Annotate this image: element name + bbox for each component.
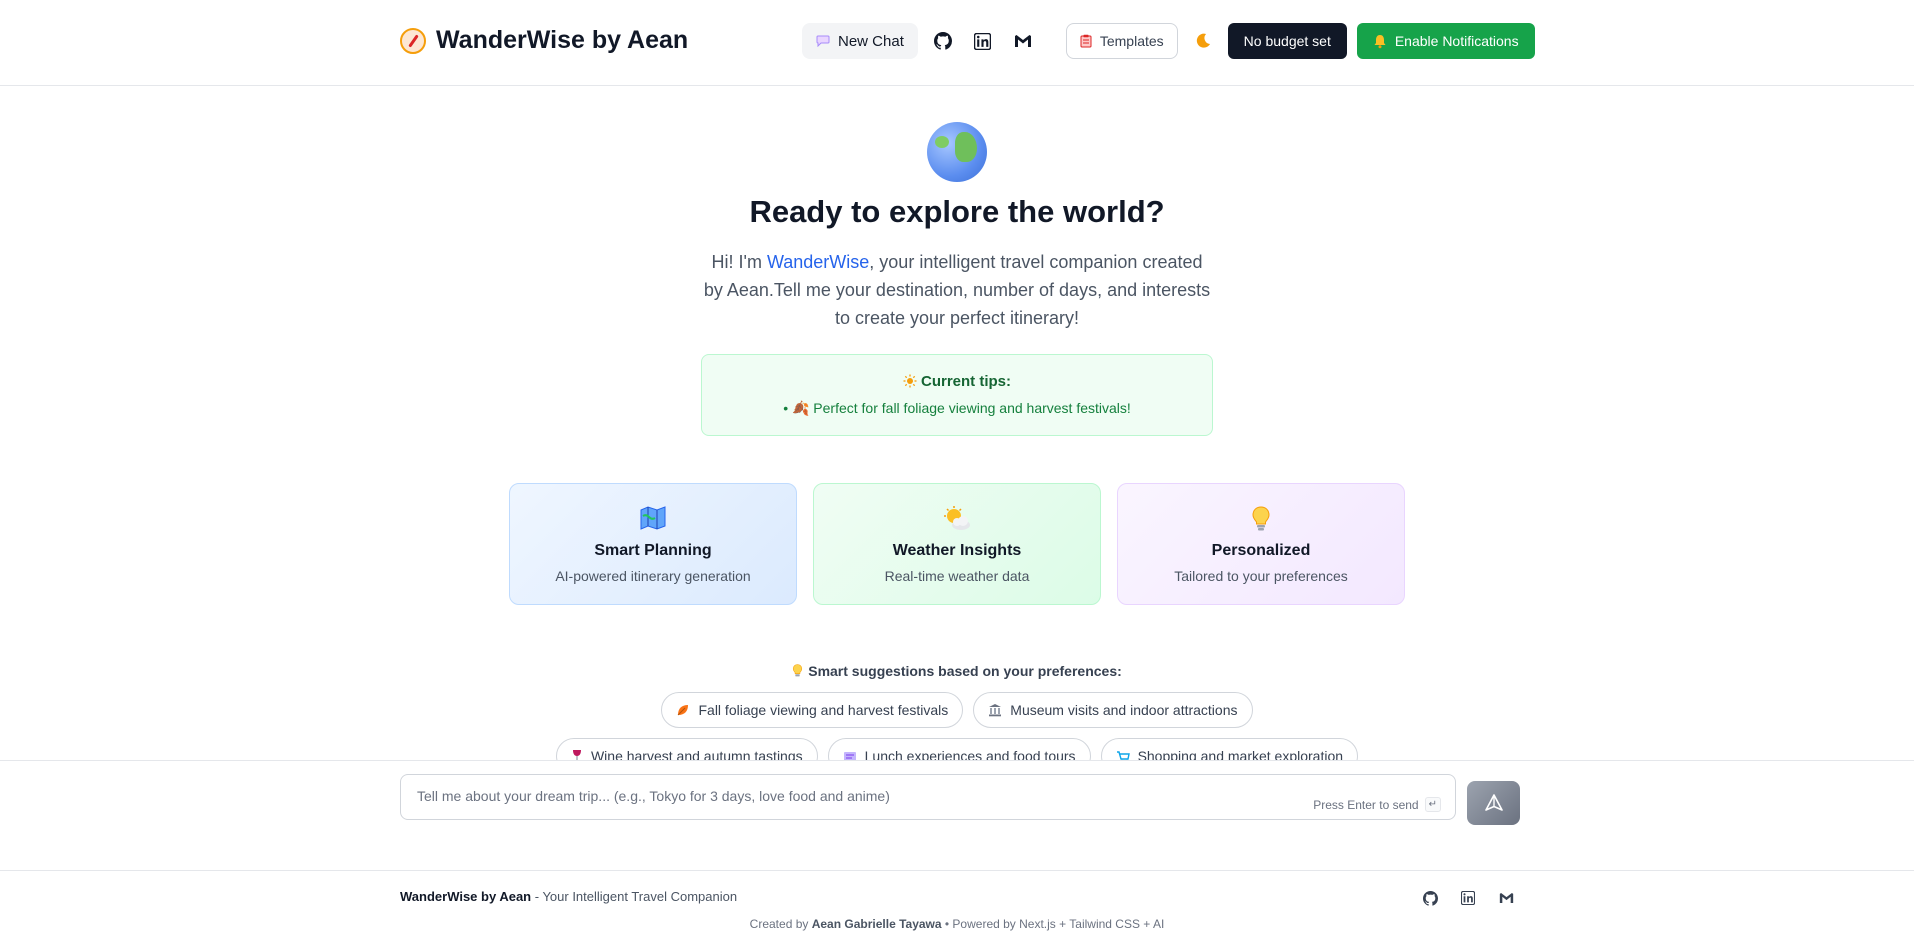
suggestion-chip[interactable]: Fall foliage viewing and harvest festiva… [661,692,964,728]
linkedin-icon [1461,891,1475,905]
weather-icon [944,506,970,530]
sun-icon [903,374,917,388]
app-title: WanderWise by Aean [436,26,689,54]
tips-heading: Current tips: [702,373,1212,390]
suggestion-chip[interactable]: Museum visits and indoor attractions [973,692,1253,728]
feature-title: Weather Insights [892,542,1022,559]
suggestion-chip[interactable]: Wine harvest and autumn tastings [555,738,818,760]
chat-input[interactable]: Tell me about your dream trip... (e.g., … [400,774,1456,820]
moon-icon [1196,33,1210,48]
suggestion-chip[interactable]: Shopping and market exploration [1100,738,1359,760]
leaf-icon [678,705,689,716]
gmail-link[interactable] [1008,26,1038,56]
enable-notifications-button[interactable]: Enable Notifications [1356,23,1535,59]
footer-brand: WanderWise by Aean - Your Intelligent Tr… [400,889,737,904]
clipboard-icon [1080,34,1092,48]
lightbulb-icon [1252,506,1270,531]
budget-button[interactable]: No budget set [1227,23,1347,59]
header-nav: New Chat Templates No budget set Enable … [802,23,1535,59]
feature-desc: Real-time weather data [884,568,1030,584]
send-hint: Press Enter to send ↵ [1313,797,1441,812]
chip-label: Museum visits and indoor attractions [1010,702,1238,718]
suggestion-chip[interactable]: Lunch experiences and food tours [827,738,1091,760]
credits-powered: • Powered by Next.js + Tailwind CSS + AI [941,917,1165,931]
send-button[interactable] [1467,781,1520,825]
feature-cards: Smart Planning AI-powered itinerary gene… [509,483,1405,605]
intro-text: Hi! I'm WanderWise, your intelligent tra… [700,248,1214,332]
footer-credits: Created by Aean Gabrielle Tayawa • Power… [0,917,1914,931]
chip-label: Lunch experiences and food tours [864,748,1076,760]
feature-card-personalized: Personalized Tailored to your preference… [1117,483,1405,605]
chat-input-placeholder: Tell me about your dream trip... (e.g., … [417,788,890,804]
suggestions-heading: Smart suggestions based on your preferen… [0,663,1914,679]
footer-brand-name: WanderWise by Aean [400,889,532,904]
page-footer: WanderWise by Aean - Your Intelligent Tr… [0,870,1914,942]
footer-links [1418,886,1518,910]
map-icon [640,506,666,530]
github-link[interactable] [928,26,958,56]
budget-label: No budget set [1243,33,1331,49]
welcome-area: Ready to explore the world? Hi! I'm Wand… [0,86,1914,760]
brand[interactable]: WanderWise by Aean [400,26,688,55]
new-chat-label: New Chat [838,32,904,50]
current-tips-panel: Current tips: • 🍂 Perfect for fall folia… [701,354,1213,436]
compass-icon [400,27,426,54]
credits-author: Aean Gabrielle Tayawa [811,917,942,931]
notifications-label: Enable Notifications [1394,33,1519,49]
feature-card-weather-insights: Weather Insights Real-time weather data [813,483,1101,605]
theme-toggle[interactable] [1188,26,1218,56]
tip-item: • 🍂 Perfect for fall foliage viewing and… [783,400,1131,416]
page-title: Ready to explore the world? [749,194,1165,229]
top-header: WanderWise by Aean New Chat Templates No… [0,0,1914,86]
feature-title: Smart Planning [594,542,712,559]
templates-label: Templates [1099,33,1164,49]
globe-icon [927,122,987,182]
chip-label: Shopping and market exploration [1137,748,1344,760]
wine-glass-icon [572,750,581,760]
linkedin-icon [974,32,992,50]
footer-github-link[interactable] [1418,886,1442,910]
intro-highlight: WanderWise [766,252,870,272]
museum-icon [989,704,1002,717]
intro-prefix: Hi! I'm [711,252,767,272]
feature-card-smart-planning: Smart Planning AI-powered itinerary gene… [509,483,797,605]
templates-button[interactable]: Templates [1065,23,1178,59]
lightbulb-icon [793,664,803,677]
enter-key-icon: ↵ [1424,797,1441,812]
send-icon [1484,794,1503,811]
footer-gmail-link[interactable] [1494,886,1518,910]
suggestion-chips: Fall foliage viewing and harvest festiva… [0,692,1914,760]
shopping-icon [1116,751,1130,760]
feature-title: Personalized [1211,542,1311,559]
suggestions-title: Smart suggestions based on your preferen… [808,663,1122,679]
new-chat-button[interactable]: New Chat [802,23,918,59]
github-icon [1422,890,1438,906]
chat-composer: Tell me about your dream trip... (e.g., … [0,760,1914,870]
feature-desc: Tailored to your preferences [1174,568,1348,584]
mail-icon [1014,35,1031,47]
feature-desc: AI-powered itinerary generation [555,568,751,584]
mail-icon [1499,893,1513,903]
tips-title: Current tips: [921,373,1011,390]
bell-icon [1374,34,1386,48]
credits-prefix: Created by [749,917,812,931]
chip-label: Wine harvest and autumn tastings [590,748,803,760]
footer-tagline: - Your Intelligent Travel Companion [531,889,738,904]
food-icon [843,752,856,760]
chip-label: Fall foliage viewing and harvest festiva… [698,702,949,718]
linkedin-link[interactable] [968,26,998,56]
footer-linkedin-link[interactable] [1456,886,1480,910]
send-hint-text: Press Enter to send [1313,797,1419,812]
chat-bubble-icon [816,35,830,47]
github-icon [933,32,952,50]
